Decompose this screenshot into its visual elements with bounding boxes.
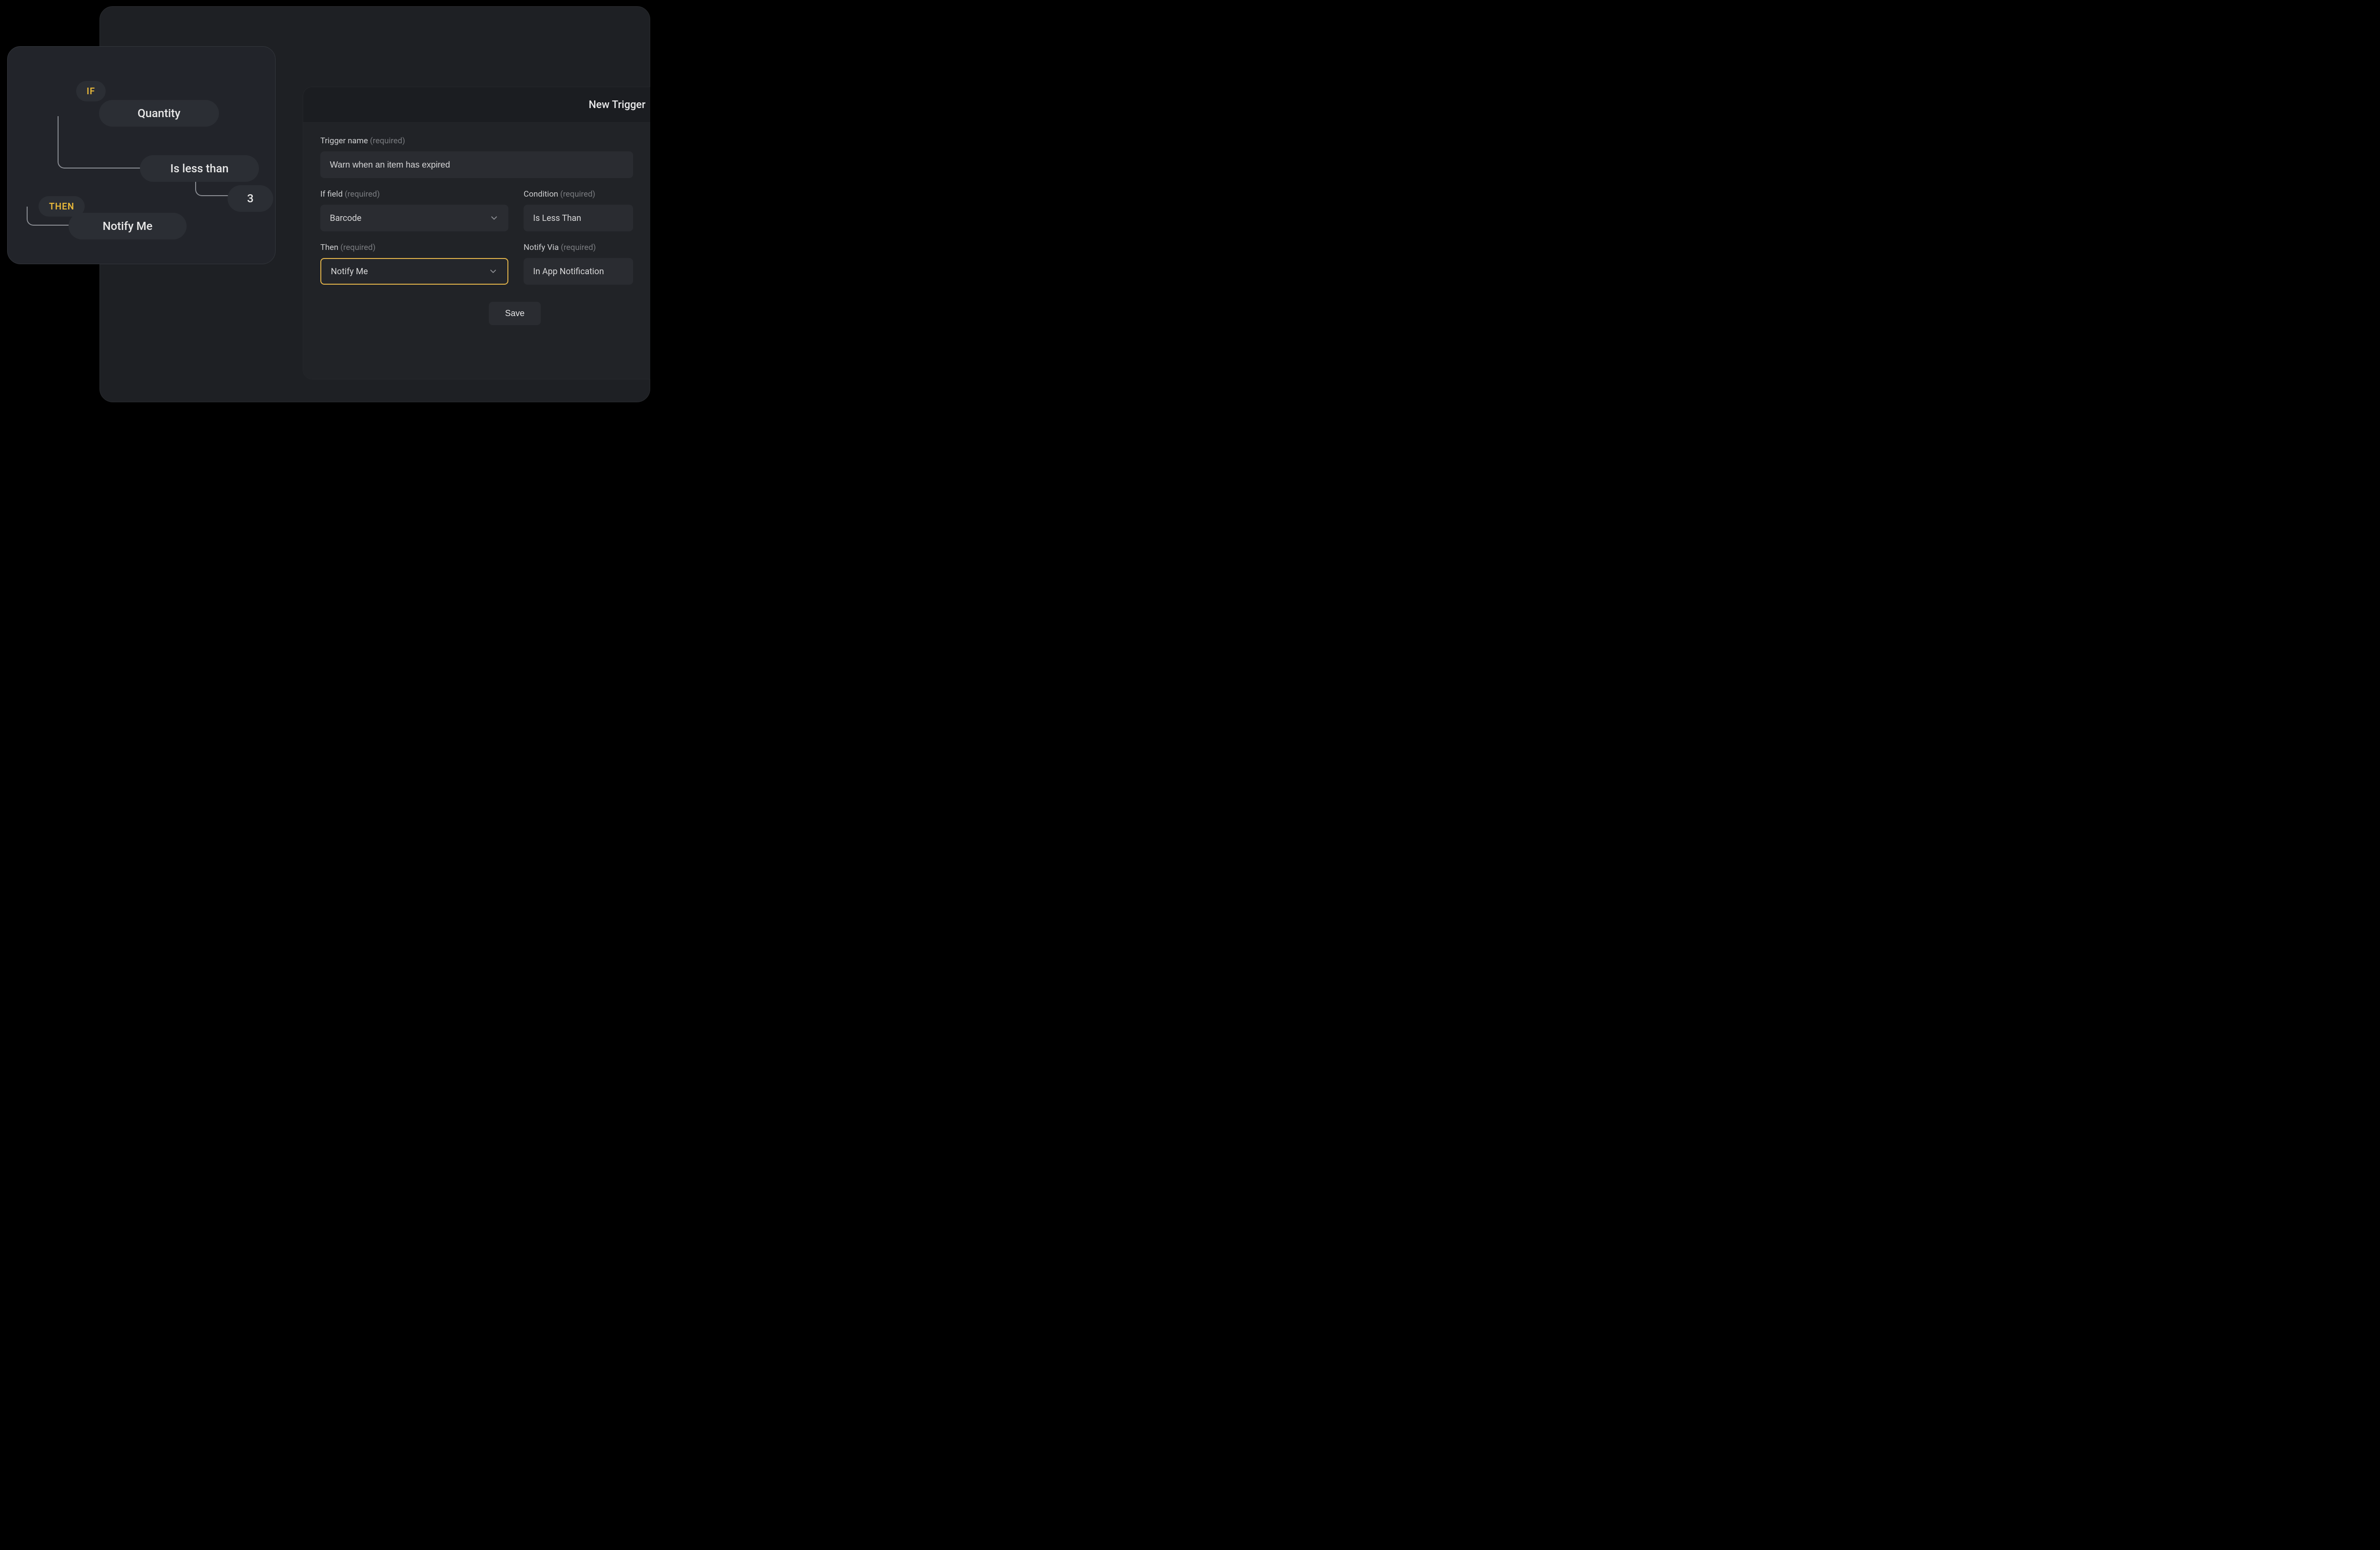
label-text: Then xyxy=(320,243,338,252)
label-notify-via: Notify Via (required) xyxy=(524,243,633,252)
then-select[interactable]: Notify Me xyxy=(320,258,508,285)
label-text: Notify Via xyxy=(524,243,559,252)
label-text: Condition xyxy=(524,189,558,199)
flow-field-pill: Quantity xyxy=(99,100,219,127)
required-hint: (required) xyxy=(340,243,376,252)
required-hint: (required) xyxy=(561,243,596,252)
flow-then-keyword: THEN xyxy=(39,196,85,217)
save-button[interactable]: Save xyxy=(489,302,541,325)
field-trigger-name: Trigger name (required) xyxy=(320,136,633,178)
field-notify-via: Notify Via (required) In App Notificatio… xyxy=(524,243,633,285)
field-condition: Condition (required) Is Less Than xyxy=(524,189,633,231)
new-trigger-modal: New Trigger Trigger name (required) If f… xyxy=(303,87,650,379)
flow-operator-pill: Is less than xyxy=(140,155,259,182)
select-value: Barcode xyxy=(330,213,361,223)
notify-via-select[interactable]: In App Notification xyxy=(524,258,633,285)
trigger-flow-card: IF Quantity Is less than 3 THEN Notify M… xyxy=(7,46,276,264)
field-then: Then (required) Notify Me xyxy=(320,243,508,285)
select-value: Notify Me xyxy=(331,267,368,277)
chevron-down-icon xyxy=(488,267,498,276)
required-hint: (required) xyxy=(560,189,595,199)
label-text: If field xyxy=(320,189,343,199)
flow-action-pill: Notify Me xyxy=(69,213,187,239)
required-hint: (required) xyxy=(370,136,405,146)
label-condition: Condition (required) xyxy=(524,189,633,199)
required-hint: (required) xyxy=(345,189,380,199)
flow-value-pill: 3 xyxy=(228,185,273,212)
label-text: Trigger name xyxy=(320,136,368,146)
condition-select[interactable]: Is Less Than xyxy=(524,205,633,231)
select-value: In App Notification xyxy=(533,267,604,277)
select-value: Is Less Than xyxy=(533,213,581,223)
label-trigger-name: Trigger name (required) xyxy=(320,136,633,146)
trigger-name-input[interactable] xyxy=(320,151,633,178)
flow-if-keyword: IF xyxy=(76,81,106,101)
field-if-field: If field (required) Barcode xyxy=(320,189,508,231)
label-then: Then (required) xyxy=(320,243,508,252)
chevron-down-icon xyxy=(489,213,499,223)
label-if-field: If field (required) xyxy=(320,189,508,199)
modal-title: New Trigger xyxy=(589,99,645,111)
modal-body: Trigger name (required) If field (requir… xyxy=(303,122,650,379)
modal-header: New Trigger xyxy=(303,87,650,122)
if-field-select[interactable]: Barcode xyxy=(320,205,508,231)
